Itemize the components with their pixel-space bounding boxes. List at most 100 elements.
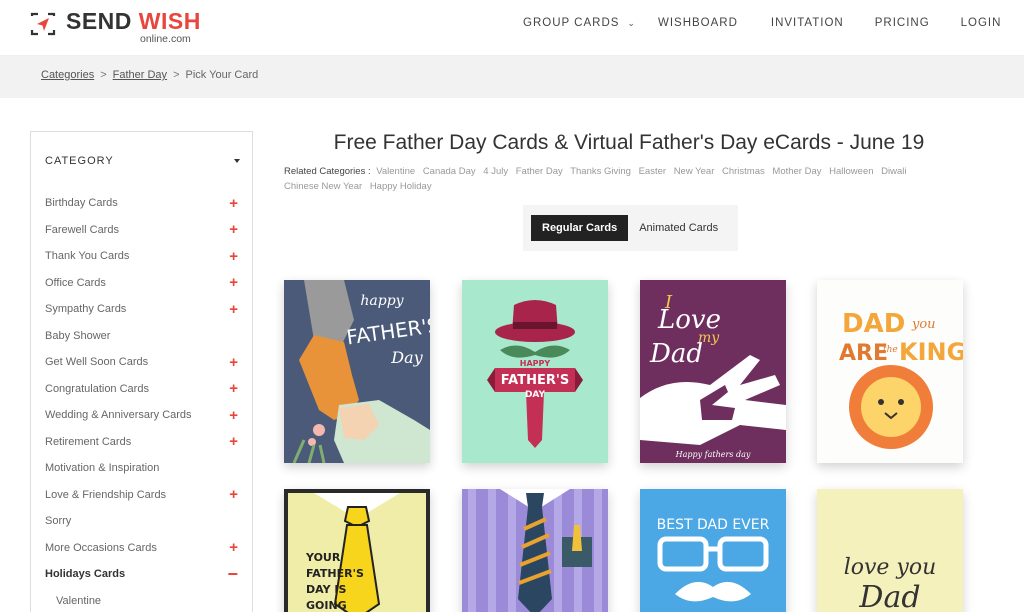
plus-icon[interactable]: + <box>229 249 238 264</box>
sidebar-item-label: More Occasions Cards <box>45 541 157 554</box>
breadcrumb-separator: > <box>173 69 180 81</box>
plus-icon[interactable]: + <box>229 381 238 396</box>
chevron-down-icon: ⌄ <box>627 17 636 28</box>
sidebar-subitem[interactable]: Valentine <box>31 588 252 612</box>
sidebar-item-label: Thank You Cards <box>45 250 130 263</box>
related-category-link[interactable]: Easter <box>639 166 666 177</box>
sidebar-item[interactable]: Wedding & Anniversary Cards + <box>31 402 252 429</box>
sidebar-item-label: Wedding & Anniversary Cards <box>45 409 192 422</box>
card-striped-shirt-tie[interactable] <box>462 489 608 612</box>
sidebar-item[interactable]: Holidays Cards − <box>31 561 252 588</box>
card4-text-the: the <box>883 345 898 355</box>
plus-icon[interactable]: + <box>229 487 238 502</box>
card-tie-your-fathers-day[interactable]: YOUR FATHER'S DAY IS GOING <box>284 489 430 612</box>
site-logo[interactable]: SEND WISH online.com <box>30 10 201 45</box>
sidebar-item[interactable]: Sorry <box>31 508 252 535</box>
sidebar-item[interactable]: Get Well Soon Cards + <box>31 349 252 376</box>
card3-text-dad: Dad <box>649 339 703 369</box>
sidebar-item[interactable]: Congratulation Cards + <box>31 376 252 403</box>
minus-icon[interactable]: − <box>227 565 238 583</box>
card3-text-footer: Happy fathers day <box>675 450 751 459</box>
sidebar-item[interactable]: Office Cards + <box>31 270 252 297</box>
card7-text-best-dad-ever: BEST DAD EVER <box>657 517 770 533</box>
card-type-tabs: Regular Cards Animated Cards <box>523 205 738 251</box>
nav-group-cards-label: GROUP CARDS <box>523 17 620 29</box>
page-title: Free Father Day Cards & Virtual Father's… <box>333 131 925 154</box>
breadcrumb-father-day[interactable]: Father Day <box>113 69 167 81</box>
related-category-link[interactable]: Diwali <box>881 166 906 177</box>
card1-text-day: Day <box>390 348 423 367</box>
sidebar-item-label: Birthday Cards <box>45 197 118 210</box>
plus-icon[interactable]: + <box>229 222 238 237</box>
sidebar-item[interactable]: Thank You Cards + <box>31 243 252 270</box>
sidebar-item[interactable]: Birthday Cards + <box>31 190 252 217</box>
category-title: CATEGORY <box>45 155 114 167</box>
card2-text-happy: HAPPY <box>520 359 551 368</box>
category-sidebar: CATEGORY Birthday Cards + Farewell Cards + T… <box>30 131 253 612</box>
related-category-link[interactable]: Mother Day <box>772 166 821 177</box>
nav-invitation-label: INVITATION <box>770 17 844 29</box>
related-categories: Related Categories : Valentine Canada Da… <box>284 164 924 194</box>
nav-invitation[interactable]: INVITATION <box>771 17 844 29</box>
card-i-love-my-dad[interactable]: I Love my Dad Happy fathers day <box>640 280 786 463</box>
related-category-link[interactable]: Christmas <box>722 166 765 177</box>
nav-login[interactable]: LOGIN <box>961 17 1002 29</box>
plus-icon[interactable]: + <box>229 408 238 423</box>
related-category-link[interactable]: 4 July <box>483 166 508 177</box>
sidebar-item[interactable]: Love & Friendship Cards + <box>31 482 252 509</box>
card-dad-you-are-the-king[interactable]: DAD you ARE the KING <box>817 280 963 463</box>
card8-text-dad: Dad <box>858 580 920 612</box>
plus-icon[interactable]: + <box>229 355 238 370</box>
card-happy-fathers-day-hat[interactable]: HAPPY FATHER'S DAY <box>462 280 608 463</box>
plus-icon[interactable]: + <box>229 302 238 317</box>
card5-text-going: GOING <box>306 599 347 612</box>
nav-pricing[interactable]: PRICING <box>875 17 930 29</box>
related-category-link[interactable]: Halloween <box>829 166 873 177</box>
sidebar-item-label: Farewell Cards <box>45 223 119 236</box>
nav-group-cards[interactable]: GROUP CARDS ⌄ <box>523 17 636 29</box>
related-category-link[interactable]: Happy Holiday <box>370 181 432 192</box>
card4-text-are: ARE <box>839 341 888 366</box>
plus-icon[interactable]: + <box>229 196 238 211</box>
sidebar-item[interactable]: Sympathy Cards + <box>31 296 252 323</box>
breadcrumb: Categories > Father Day > Pick Your Card <box>41 69 258 81</box>
category-header[interactable]: CATEGORY <box>31 132 252 190</box>
breadcrumb-bar: Categories > Father Day > Pick Your Card <box>0 56 1024 98</box>
tab-animated-cards[interactable]: Animated Cards <box>628 215 729 241</box>
sidebar-item[interactable]: Farewell Cards + <box>31 217 252 244</box>
card2-text-fathers: FATHER'S <box>501 373 569 388</box>
site-header: SEND WISH online.com GROUP CARDS ⌄ WISHB… <box>0 0 1024 56</box>
sidebar-item[interactable]: Motivation & Inspiration <box>31 455 252 482</box>
related-category-link[interactable]: Valentine <box>376 166 415 177</box>
sidebar-item[interactable]: Retirement Cards + <box>31 429 252 456</box>
related-category-link[interactable]: Thanks Giving <box>570 166 631 177</box>
card4-text-king: KING <box>899 338 963 366</box>
card-happy-fathers-day-hands[interactable]: happy FATHER'S Day <box>284 280 430 463</box>
related-category-link[interactable]: New Year <box>674 166 715 177</box>
plus-icon[interactable]: + <box>229 434 238 449</box>
caret-down-icon <box>234 159 240 163</box>
nav-wishboard[interactable]: WISHBOARD <box>658 17 738 29</box>
card4-text-you: you <box>911 317 936 332</box>
card-love-you-dad[interactable]: love you Dad <box>817 489 963 612</box>
related-categories-label: Related Categories : <box>284 166 371 177</box>
card-best-dad-ever[interactable]: BEST DAD EVER <box>640 489 786 612</box>
sidebar-item-label: Holidays Cards <box>45 568 126 581</box>
card5-text-your: YOUR <box>305 551 341 564</box>
sidebar-item-label: Office Cards <box>45 276 106 289</box>
plus-icon[interactable]: + <box>229 540 238 555</box>
logo-subtitle: online.com <box>140 33 191 45</box>
breadcrumb-categories[interactable]: Categories <box>41 69 94 81</box>
category-list: Birthday Cards + Farewell Cards + Thank You … <box>31 190 252 612</box>
tab-regular-cards[interactable]: Regular Cards <box>531 215 629 241</box>
sidebar-item[interactable]: Baby Shower <box>31 323 252 350</box>
breadcrumb-separator: > <box>100 69 107 81</box>
plus-icon[interactable]: + <box>229 275 238 290</box>
related-category-link[interactable]: Canada Day <box>423 166 476 177</box>
card5-text-day-is: DAY IS <box>306 583 346 596</box>
breadcrumb-current: Pick Your Card <box>185 69 259 81</box>
related-category-link[interactable]: Chinese New Year <box>284 181 362 192</box>
sidebar-item[interactable]: More Occasions Cards + <box>31 535 252 562</box>
related-category-link[interactable]: Father Day <box>516 166 563 177</box>
nav-login-label: LOGIN <box>960 17 1002 29</box>
